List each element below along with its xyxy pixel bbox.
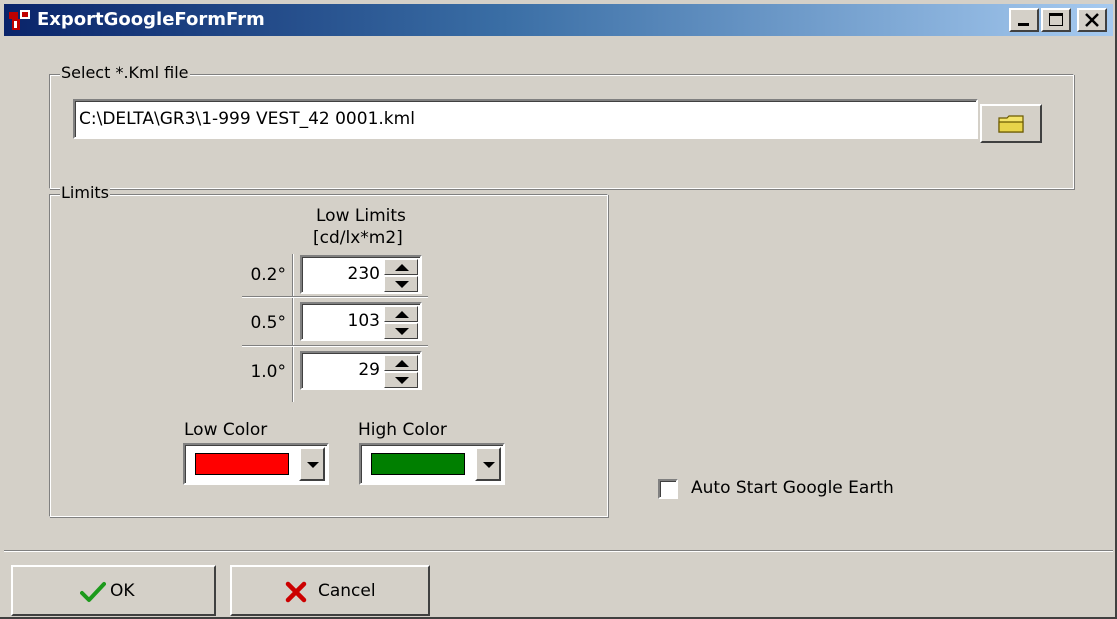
spin-buttons[interactable]: [384, 306, 418, 339]
kml-path-input[interactable]: C:\DELTA\GR3\1-999 VEST_42 0001.kml: [73, 99, 978, 139]
arrow-down-icon: [395, 377, 409, 384]
arrow-down-icon: [395, 328, 409, 335]
low-limit-value: 230: [347, 264, 380, 284]
chevron-down-icon: [307, 462, 319, 468]
spin-buttons[interactable]: [384, 259, 418, 292]
ok-button[interactable]: OK: [11, 565, 216, 616]
angle-label-1-0: 1.0°: [250, 362, 286, 382]
check-icon: [80, 582, 106, 602]
angle-label-0-5: 0.5°: [250, 313, 286, 333]
low-limit-stepper-0-2[interactable]: 230: [300, 255, 422, 294]
maximize-button[interactable]: [1041, 8, 1071, 32]
spin-up-button[interactable]: [384, 355, 418, 371]
arrow-up-icon: [395, 264, 409, 271]
low-color-dropdown-button[interactable]: [299, 447, 325, 481]
browse-button[interactable]: [980, 104, 1042, 143]
app-icon: [9, 10, 30, 30]
limits-grid-row-line: [242, 296, 428, 298]
spin-down-button[interactable]: [384, 323, 418, 339]
file-group-legend: Select *.Kml file: [60, 63, 190, 82]
close-button[interactable]: [1077, 8, 1107, 32]
close-icon: [1085, 13, 1099, 27]
minimize-icon: [1018, 23, 1029, 26]
folder-icon: [998, 115, 1024, 133]
low-color-label: Low Color: [184, 420, 268, 440]
window-title: ExportGoogleFormFrm: [37, 9, 265, 30]
limits-group-legend: Limits: [60, 183, 110, 202]
low-limit-value: 103: [347, 311, 380, 331]
low-limits-unit: [cd/lx*m2]: [313, 228, 403, 248]
low-limit-stepper-1-0[interactable]: 29: [300, 351, 422, 390]
auto-start-checkbox[interactable]: [658, 479, 678, 499]
cancel-x-icon: [285, 581, 307, 603]
low-color-swatch: [195, 453, 289, 475]
minimize-button[interactable]: [1009, 8, 1039, 32]
chevron-down-icon: [483, 462, 495, 468]
high-color-select[interactable]: [359, 443, 505, 485]
ok-button-label: OK: [110, 581, 135, 601]
high-color-dropdown-button[interactable]: [475, 447, 501, 481]
low-limits-header: Low Limits: [316, 206, 406, 226]
spin-buttons[interactable]: [384, 355, 418, 388]
spin-up-button[interactable]: [384, 259, 418, 275]
spin-down-button[interactable]: [384, 276, 418, 292]
high-color-swatch: [371, 453, 465, 475]
arrow-up-icon: [395, 311, 409, 318]
high-color-label: High Color: [358, 420, 447, 440]
low-color-select[interactable]: [183, 443, 329, 485]
low-limit-value: 29: [358, 360, 380, 380]
button-bar-separator: [4, 550, 1113, 552]
cancel-button-label: Cancel: [318, 581, 376, 601]
spin-down-button[interactable]: [384, 372, 418, 388]
angle-label-0-2: 0.2°: [250, 265, 286, 285]
limits-grid-row-line: [242, 345, 428, 347]
arrow-down-icon: [395, 281, 409, 288]
spin-up-button[interactable]: [384, 306, 418, 322]
limits-grid-divider: [292, 254, 294, 402]
cancel-button[interactable]: Cancel: [230, 565, 430, 616]
maximize-icon: [1049, 13, 1063, 26]
export-google-form-window: ExportGoogleFormFrm Select *.Kml file C:…: [0, 0, 1117, 619]
title-bar[interactable]: ExportGoogleFormFrm: [4, 4, 1113, 36]
auto-start-label[interactable]: Auto Start Google Earth: [691, 478, 894, 498]
low-limit-stepper-0-5[interactable]: 103: [300, 302, 422, 341]
arrow-up-icon: [395, 360, 409, 367]
